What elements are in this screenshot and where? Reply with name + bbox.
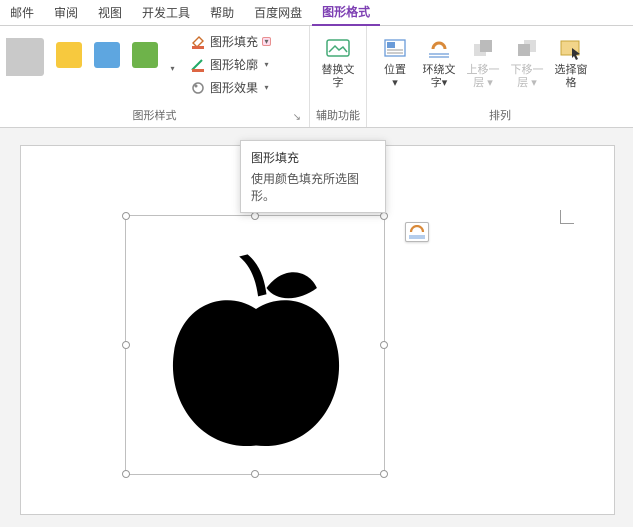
- shape-selection-box[interactable]: [125, 215, 385, 475]
- alt-text-label: 替换文字: [318, 64, 358, 90]
- menu-netdisk[interactable]: 百度网盘: [244, 0, 312, 25]
- group-label-arrange: 排列: [373, 105, 627, 127]
- outline-icon: [190, 57, 206, 73]
- bring-forward-label: 上移一层 ▾: [463, 64, 503, 90]
- menu-shape-format[interactable]: 图形格式: [312, 0, 380, 26]
- menu-dev[interactable]: 开发工具: [132, 0, 200, 25]
- shape-outline-label: 图形轮廓: [210, 56, 258, 73]
- shape-effects-label: 图形效果: [210, 79, 258, 96]
- send-backward-label: 下移一层 ▾: [507, 64, 547, 90]
- resize-handle-br[interactable]: [380, 470, 388, 478]
- resize-handle-l[interactable]: [122, 341, 130, 349]
- styles-launcher-icon[interactable]: ↘: [293, 112, 301, 123]
- style-swatch-blue[interactable]: [94, 42, 120, 68]
- shape-fill-label: 图形填充: [210, 33, 258, 50]
- position-label: 位置▾: [384, 64, 406, 90]
- shape-effects-button[interactable]: 图形效果 ▾: [187, 78, 274, 97]
- alt-text-button[interactable]: 替换文字: [316, 32, 360, 94]
- bring-forward-button[interactable]: 上移一层 ▾: [461, 32, 505, 94]
- position-button[interactable]: 位置▾: [373, 32, 417, 94]
- send-backward-button[interactable]: 下移一层 ▾: [505, 32, 549, 94]
- group-label-styles: 图形样式 ↘: [6, 105, 303, 127]
- effects-icon: [190, 80, 206, 96]
- layout-options-icon: [408, 225, 426, 239]
- group-label-accessibility: 辅助功能: [316, 105, 360, 127]
- group-arrange: 位置▾ 环绕文字▾ 上移一层 ▾ 下移一层 ▾ 选择窗格 排列: [367, 26, 633, 127]
- position-icon: [381, 36, 409, 62]
- shape-fill-tooltip: 图形填充 使用颜色填充所选图形。: [240, 140, 386, 213]
- styles-gallery-more[interactable]: ▾: [168, 64, 177, 73]
- resize-handle-b[interactable]: [251, 470, 259, 478]
- style-swatch-green[interactable]: [132, 42, 158, 68]
- tooltip-title: 图形填充: [251, 149, 375, 166]
- ribbon: ▾ 图形填充 ▾ 图形轮廓 ▾ 图形效果 ▾: [0, 26, 633, 128]
- shape-outline-button[interactable]: 图形轮廓 ▾: [187, 55, 274, 74]
- selection-pane-icon: [557, 36, 585, 62]
- apple-shape[interactable]: [151, 246, 361, 456]
- resize-handle-tl[interactable]: [122, 212, 130, 220]
- shape-fill-dropdown[interactable]: ▾: [262, 37, 271, 46]
- text-cursor-mark: [560, 210, 574, 224]
- wrap-text-icon: [425, 36, 453, 62]
- wrap-text-button[interactable]: 环绕文字▾: [417, 32, 461, 94]
- style-swatch-gray[interactable]: [6, 38, 44, 76]
- shape-fill-button[interactable]: 图形填充 ▾: [187, 32, 274, 51]
- menu-view[interactable]: 视图: [88, 0, 132, 25]
- selection-pane-button[interactable]: 选择窗格: [549, 32, 593, 94]
- resize-handle-r[interactable]: [380, 341, 388, 349]
- send-backward-icon: [513, 36, 541, 62]
- selection-pane-label: 选择窗格: [551, 64, 591, 90]
- resize-handle-t[interactable]: [251, 212, 259, 220]
- group-accessibility: 替换文字 辅助功能: [310, 26, 367, 127]
- shape-outline-dropdown[interactable]: ▾: [262, 60, 271, 69]
- wrap-text-label: 环绕文字▾: [419, 64, 459, 90]
- fill-icon: [190, 34, 206, 50]
- style-swatch-yellow[interactable]: [56, 42, 82, 68]
- resize-handle-tr[interactable]: [380, 212, 388, 220]
- alt-text-icon: [324, 36, 352, 62]
- menu-review[interactable]: 审阅: [44, 0, 88, 25]
- shape-effects-dropdown[interactable]: ▾: [262, 83, 271, 92]
- group-shape-styles: ▾ 图形填充 ▾ 图形轮廓 ▾ 图形效果 ▾: [0, 26, 310, 127]
- resize-handle-bl[interactable]: [122, 470, 130, 478]
- layout-options-chip[interactable]: [405, 222, 429, 242]
- tooltip-body: 使用颜色填充所选图形。: [251, 170, 375, 204]
- menu-help[interactable]: 帮助: [200, 0, 244, 25]
- menubar: 邮件 审阅 视图 开发工具 帮助 百度网盘 图形格式: [0, 0, 633, 26]
- menu-mail[interactable]: 邮件: [0, 0, 44, 25]
- bring-forward-icon: [469, 36, 497, 62]
